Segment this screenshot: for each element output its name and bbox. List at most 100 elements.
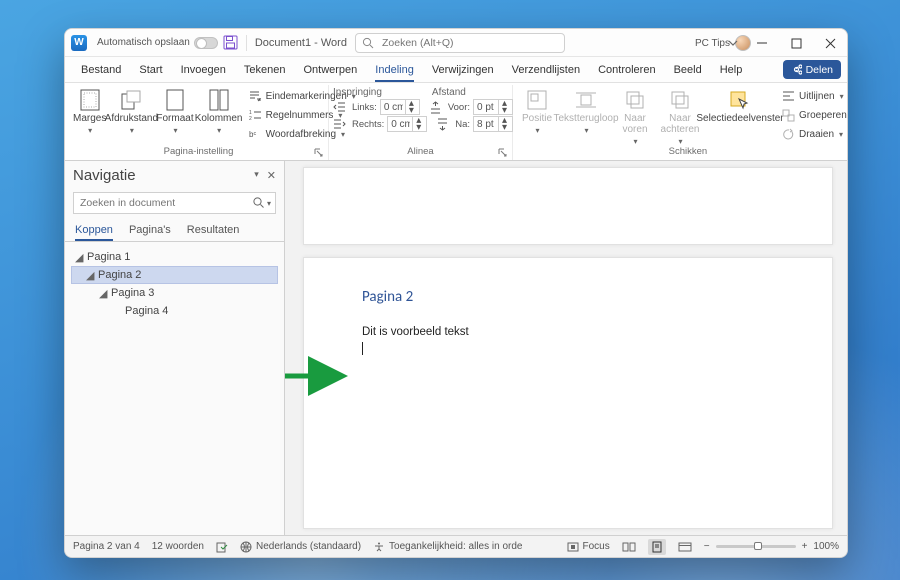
- dialog-launcher[interactable]: [312, 146, 324, 158]
- nav-tab-paginas[interactable]: Pagina's: [129, 224, 171, 241]
- afdrukstand-button[interactable]: Afdrukstand▾: [108, 87, 154, 135]
- hyphenation-icon: bᶜ: [249, 128, 262, 141]
- tab-ontwerpen[interactable]: Ontwerpen: [295, 60, 365, 82]
- view-read-button[interactable]: [622, 541, 636, 553]
- share-button[interactable]: Delen: [783, 60, 841, 79]
- autosave-label: Automatisch opslaan: [97, 37, 190, 48]
- tab-tekenen[interactable]: Tekenen: [236, 60, 294, 82]
- view-print-button[interactable]: [648, 539, 666, 555]
- nav-tab-resultaten[interactable]: Resultaten: [187, 224, 240, 241]
- columns-icon: [209, 89, 229, 111]
- indent-right-spinner[interactable]: ▴▾: [387, 116, 427, 132]
- window-controls: [721, 29, 847, 57]
- page-previous-bottom[interactable]: [303, 167, 833, 245]
- space-before-icon: [429, 101, 442, 114]
- align-button[interactable]: Uitlijnen▾: [779, 87, 848, 105]
- zoom-slider[interactable]: [716, 545, 796, 548]
- tab-indeling[interactable]: Indeling: [367, 60, 422, 82]
- tree-node[interactable]: ◢Pagina 3: [71, 284, 278, 302]
- dialog-launcher[interactable]: [496, 146, 508, 158]
- collapse-icon[interactable]: ◢: [75, 251, 83, 264]
- tab-beeld[interactable]: Beeld: [666, 60, 710, 82]
- nav-dropdown-button[interactable]: ▾: [254, 169, 259, 182]
- tab-controleren[interactable]: Controleren: [590, 60, 663, 82]
- text-cursor: [362, 342, 363, 355]
- svg-text:2: 2: [249, 116, 252, 122]
- collapse-icon[interactable]: ◢: [99, 287, 107, 300]
- slider-thumb[interactable]: [754, 542, 762, 550]
- group-page-setup: Marges▾ Afdrukstand▾ Formaat▾ Kolommen▾: [69, 85, 329, 160]
- read-mode-icon: [622, 541, 636, 553]
- maximize-button[interactable]: [779, 29, 813, 57]
- status-accessibility[interactable]: Toegankelijkheid: alles in orde: [373, 541, 522, 553]
- tree-node[interactable]: ◢Pagina 4: [71, 302, 278, 320]
- share-label: Delen: [806, 64, 833, 76]
- search-box[interactable]: [355, 33, 565, 53]
- indent-left-spinner[interactable]: ▴▾: [380, 99, 420, 115]
- orientation-icon: [120, 89, 142, 111]
- tab-invoegen[interactable]: Invoegen: [173, 60, 234, 82]
- heading-text[interactable]: Pagina 2: [362, 288, 774, 306]
- minimize-button[interactable]: [745, 29, 779, 57]
- tab-verwijzingen[interactable]: Verwijzingen: [424, 60, 502, 82]
- marges-button[interactable]: Marges▾: [73, 87, 106, 135]
- nav-search-box[interactable]: ▾: [73, 192, 276, 214]
- space-after-spinner[interactable]: ▴▾: [473, 116, 513, 132]
- save-button[interactable]: [222, 34, 240, 52]
- tab-help[interactable]: Help: [712, 60, 751, 82]
- nav-tabs: Koppen Pagina's Resultaten: [65, 218, 284, 242]
- subhead-spacing: Afstand: [432, 87, 466, 98]
- tab-verzendlijsten[interactable]: Verzendlijsten: [504, 60, 589, 82]
- body-text[interactable]: Dit is voorbeeld tekst: [362, 326, 774, 338]
- line-numbers-icon: 12: [249, 109, 262, 122]
- zoom-control[interactable]: − + 100%: [704, 541, 839, 552]
- tab-start[interactable]: Start: [131, 60, 170, 82]
- maximize-icon: [791, 38, 802, 49]
- kolommen-button[interactable]: Kolommen▾: [196, 87, 242, 135]
- share-icon: [791, 64, 802, 75]
- focus-icon: [567, 541, 579, 553]
- selection-pane-button[interactable]: Selectiedeelvenster: [705, 87, 775, 124]
- formaat-button[interactable]: Formaat▾: [156, 87, 193, 135]
- search-input[interactable]: [380, 36, 558, 50]
- search-icon: [252, 196, 266, 210]
- focus-mode-button[interactable]: Focus: [567, 541, 610, 553]
- page-current[interactable]: Pagina 2 Dit is voorbeeld tekst: [303, 257, 833, 529]
- position-icon: [527, 89, 547, 111]
- zoom-in-button[interactable]: +: [802, 541, 808, 552]
- zoom-value[interactable]: 100%: [813, 541, 839, 552]
- print-layout-icon: [651, 541, 663, 553]
- margins-icon: [80, 89, 100, 111]
- accessibility-icon: [373, 541, 385, 553]
- globe-icon: [240, 541, 252, 553]
- close-button[interactable]: [813, 29, 847, 57]
- space-before-spinner[interactable]: ▴▾: [473, 99, 513, 115]
- status-spellcheck[interactable]: [216, 541, 228, 553]
- nav-search-input[interactable]: [78, 196, 252, 210]
- tree-node-selected[interactable]: ◢Pagina 2: [71, 266, 278, 284]
- toggle-off-icon[interactable]: [194, 37, 218, 49]
- status-bar: Pagina 2 van 4 12 woorden Nederlands (st…: [65, 535, 847, 557]
- group-arrange: Positie▾ Tekstterugloop▾ Naar voren▾ Naa…: [513, 85, 848, 160]
- autosave-toggle[interactable]: Automatisch opslaan: [97, 37, 218, 49]
- document-area[interactable]: Pagina 2 Dit is voorbeeld tekst: [285, 161, 847, 535]
- nav-tree: ◢Pagina 1 ◢Pagina 2 ◢Pagina 3 ◢Pagina 4: [65, 242, 284, 326]
- web-layout-icon: [678, 541, 692, 553]
- tree-node[interactable]: ◢Pagina 1: [71, 248, 278, 266]
- ribbon-display-button[interactable]: [721, 29, 745, 57]
- nav-close-button[interactable]: ✕: [267, 169, 276, 182]
- tab-bestand[interactable]: Bestand: [73, 60, 129, 82]
- status-words[interactable]: 12 woorden: [152, 541, 204, 552]
- status-page[interactable]: Pagina 2 van 4: [73, 541, 140, 552]
- rotate-button: Draaien▾: [779, 125, 848, 143]
- view-web-button[interactable]: [678, 541, 692, 553]
- position-button: Positie▾: [517, 87, 557, 135]
- zoom-out-button[interactable]: −: [704, 541, 710, 552]
- status-language[interactable]: Nederlands (standaard): [240, 541, 361, 553]
- nav-tab-koppen[interactable]: Koppen: [75, 224, 113, 241]
- wrap-icon: [575, 89, 597, 111]
- word-app-icon: W: [71, 35, 87, 51]
- group-paragraph: Inspringing Afstand Links: ▴▾ Voor: ▴▾ R…: [329, 85, 513, 160]
- close-icon: [825, 38, 836, 49]
- collapse-icon[interactable]: ◢: [86, 269, 94, 282]
